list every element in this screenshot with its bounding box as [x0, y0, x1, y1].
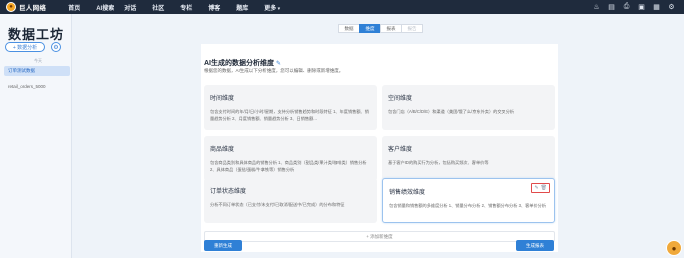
card-title: 时间维度 [210, 96, 235, 102]
tab-chart[interactable]: 报表 [380, 24, 402, 33]
assistant-mascot-icon[interactable]: ● [666, 240, 682, 256]
sidebar-section-today: 今天 [34, 58, 42, 63]
bell-icon[interactable]: ♨ [592, 2, 601, 11]
lion-logo-icon: ● [6, 2, 16, 12]
card-description: 包含销量和销售额的多维度分析 1、销量分布分析 2、销售额分布分析 3、客单价分… [389, 203, 547, 208]
trash-icon[interactable]: 🗑 [541, 185, 547, 191]
page-title-text: AI生成的数据分析维度 [204, 60, 274, 67]
card-title: 订单状态维度 [210, 189, 247, 195]
tab-data[interactable]: 数据 [338, 24, 360, 33]
card-title: 商品维度 [210, 147, 235, 153]
nav-item-home[interactable]: 首页 [68, 3, 96, 12]
step-tabs: 数据 维度 报表 报告 [338, 24, 423, 33]
card-title: 客户维度 [388, 147, 413, 153]
card-description: 包含商品类别和具体商品的销售分析 1、商品类别（甜品类/果汁类/咖啡类）销售分析… [210, 160, 367, 172]
add-dimension-button[interactable]: + 添加新维度 [204, 231, 555, 242]
sidebar-item-active[interactable]: 订单测试数据 [4, 66, 70, 76]
dimension-card-customer[interactable]: 客户维度 基于客户ID的购买行为分析，包括购买频次、客单价等 [382, 136, 555, 181]
edit-note-icon[interactable]: ✎ [276, 61, 281, 67]
nav-item-more[interactable]: 更多 [264, 3, 292, 12]
card-description: 包含门店（A/B/C/D/E）和渠道（美团/饿了么/京东外卖）的交叉分析 [388, 109, 515, 114]
regenerate-button[interactable]: 重新生成 [204, 240, 242, 251]
settings-icon[interactable]: ⚙ [667, 2, 676, 11]
card-title: 销售绩效维度 [389, 190, 426, 196]
generate-report-button[interactable]: 生成报表 [516, 240, 554, 251]
sidebar: 数据工坊 + 数据分析 ⚙ 今天 订单测试数据 retail_orders_50… [0, 14, 72, 258]
dimension-card-space[interactable]: 空间维度 包含门店（A/B/C/D/E）和渠道（美团/饿了么/京东外卖）的交叉分… [382, 85, 555, 130]
edit-icon[interactable]: ✎ [534, 185, 538, 191]
top-nav-menu: 首页 AI搜索 对话 社区 专栏 博客 题库 更多 [68, 3, 292, 12]
add-analysis-button[interactable]: + 数据分析 [5, 42, 45, 52]
nav-item-column[interactable]: 专栏 [180, 3, 208, 12]
dimension-card-order-status[interactable]: 订单状态维度 分析不同订单状态（已支付/未支付/已取消/配送中/已完成）的分布和… [204, 178, 377, 223]
page-title: AI生成的数据分析维度 ✎ [204, 58, 281, 68]
nav-item-question-bank[interactable]: 题库 [236, 3, 264, 12]
dimension-card-time[interactable]: 时间维度 包含支付时间的年/月/日/小时/星期，支持分析销售趋势和时段特征 1、… [204, 85, 377, 130]
grid-icon[interactable]: ▦ [652, 2, 661, 11]
brand-logo[interactable]: ● 巨人网络 [6, 2, 46, 12]
brand-name: 巨人网络 [19, 5, 47, 12]
card-action-group: ✎ 🗑 [531, 183, 550, 193]
printer-icon[interactable]: ⎙ [622, 2, 631, 11]
document-icon[interactable]: ▤ [607, 2, 616, 11]
dimension-card-product[interactable]: 商品维度 包含商品类别和具体商品的销售分析 1、商品类别（甜品类/果汁类/咖啡类… [204, 136, 377, 181]
tab-report[interactable]: 报告 [401, 24, 423, 33]
sidebar-title: 数据工坊 [8, 28, 65, 43]
nav-item-ai-search[interactable]: AI搜索 [96, 3, 124, 12]
sidebar-item-retail-orders[interactable]: retail_orders_5000 [8, 84, 46, 89]
tab-dimension[interactable]: 维度 [359, 24, 381, 33]
nav-item-chat[interactable]: 对话 [124, 3, 152, 12]
sidebar-settings-icon[interactable]: ⚙ [51, 42, 61, 52]
card-description: 包含支付时间的年/月/日/小时/星期，支持分析销售趋势和时段特征 1、年度销售额… [210, 109, 369, 121]
dimension-card-sales-performance[interactable]: ✎ 🗑 销售绩效维度 包含销量和销售额的多维度分析 1、销量分布分析 2、销售额… [382, 178, 555, 223]
card-description: 分析不同订单状态（已支付/未支付/已取消/配送中/已完成）的分布和特征 [210, 202, 345, 207]
nav-item-blog[interactable]: 博客 [208, 3, 236, 12]
main-area: 数据 维度 报表 报告 AI生成的数据分析维度 ✎ 根据您的数据，AI生成以下分析… [72, 14, 684, 258]
card-title: 空间维度 [388, 96, 413, 102]
wallet-icon[interactable]: ▣ [637, 2, 646, 11]
top-right-toolbar: ♨ ▤ ⎙ ▣ ▦ ⚙ [592, 2, 676, 11]
nav-item-community[interactable]: 社区 [152, 3, 180, 12]
dimension-panel: AI生成的数据分析维度 ✎ 根据您的数据，AI生成以下分析维度，您可以编辑、删除或… [201, 44, 558, 252]
top-navigation-bar: ● 巨人网络 首页 AI搜索 对话 社区 专栏 博客 题库 更多 ♨ ▤ ⎙ ▣… [0, 0, 684, 14]
page-subtitle: 根据您的数据，AI生成以下分析维度，您可以编辑、删除或新增维度。 [204, 68, 344, 73]
card-description: 基于客户ID的购买行为分析，包括购买频次、客单价等 [388, 160, 489, 165]
